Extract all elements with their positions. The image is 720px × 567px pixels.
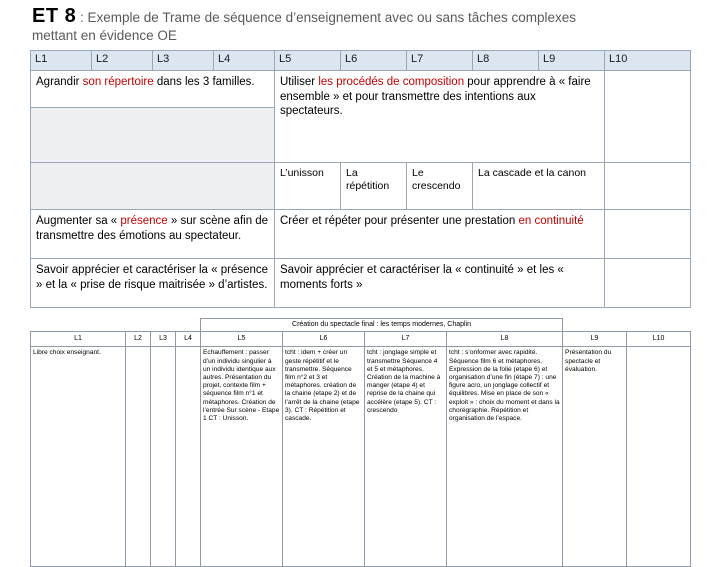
banner-spacer-l3 [151,319,176,332]
plan-header-l8: L8 [445,331,564,348]
row3-left-red: présence [120,215,168,227]
plan-header-l4: L4 [175,331,201,348]
row2-repetition: La répétition [340,162,407,210]
row3-left-pre: Augmenter sa « [36,215,121,227]
header-l2: L2 [91,50,153,71]
header-l6: L6 [340,50,407,71]
planning-table-wrap: Création du spectacle final : les temps … [30,317,692,567]
table-row: Agrandir son répertoire dans les 3 famil… [30,70,691,163]
plan-cell-l1: Libre choix enseignant. [30,346,126,567]
title-line-1: ET 8 : Exemple de Trame de séquence d’en… [32,5,710,27]
plan-cell-l7: tcht : jonglage simple et transmettre Sé… [364,346,447,567]
row3-l10-cell [604,209,691,259]
row2-left-spacer [30,162,275,210]
row1-left-cell: Agrandir son répertoire dans les 3 famil… [30,70,275,108]
row1-left-red: son répertoire [82,76,154,88]
document-page: ET 8 : Exemple de Trame de séquence d’en… [0,0,720,567]
plan-header-l10: L10 [626,331,692,348]
plan-header-l5: L5 [200,331,283,348]
plan-header-l3: L3 [150,331,176,348]
row3-right-red: en continuité [518,215,584,227]
planning-table: Création du spectacle final : les temps … [30,317,692,567]
plan-header-l1: L1 [30,331,126,348]
table-row: L’unisson La répétition Le crescendo La … [30,162,691,210]
row4-right-cell: Savoir apprécier et caractériser la « co… [274,258,605,308]
row2-l10-cell [604,162,691,210]
row1-right-red: les procédés de composition [318,76,465,88]
table-row: Augmenter sa « présence » sur scène afin… [30,209,691,259]
title-line-2: mettant en évidence OE [32,28,177,43]
row3-left-cell: Augmenter sa « présence » sur scène afin… [30,209,275,259]
table-header-row: L1 L2 L3 L4 L5 L6 L7 L8 L9 L10 [30,50,691,71]
plan-cell-l3 [150,346,176,567]
header-l10: L10 [604,50,691,71]
header-l3: L3 [152,50,214,71]
banner-spacer-l9 [563,319,627,332]
row1-left-pre: Agrandir [36,76,83,88]
row3-right-cell: Créer et répéter pour présenter une pres… [274,209,605,259]
plan-header-l7: L7 [364,331,447,348]
row2-cascade-canon: La cascade et la canon [472,162,605,210]
row2-crescendo: Le crescendo [406,162,473,210]
banner-spacer-l2 [126,319,151,332]
row2-unisson: L’unisson [274,162,341,210]
header-l8: L8 [472,50,539,71]
header-l5: L5 [274,50,341,71]
header-l9: L9 [538,50,605,71]
plan-header-l9: L9 [562,331,628,348]
title-rest: Exemple de Trame de séquence d’enseignem… [87,10,577,25]
plan-cell-l10 [626,346,692,567]
plan-cell-l9: Présentation du spectacle et évaluation. [562,346,628,567]
objectives-table: L1 L2 L3 L4 L5 L6 L7 L8 L9 L10 Agrandir … [30,50,691,308]
banner-spacer-l10 [627,319,691,332]
header-l7: L7 [406,50,473,71]
planning-banner: Création du spectacle final : les temps … [199,317,564,333]
header-l1: L1 [30,50,92,71]
row4-l10-cell [604,258,691,308]
row1-right-cell: Utiliser les procédés de composition pou… [274,70,605,163]
row1-l10-cell [604,70,691,163]
plan-header-l6: L6 [282,331,365,348]
plan-cell-l2 [125,346,151,567]
planning-banner-row: Création du spectacle final : les temps … [31,317,691,333]
plan-cell-l5: Echauffement : passer d’un individu sing… [200,346,283,567]
row1-right-pre: Utiliser [280,76,319,88]
row1-left-spacer [30,107,275,163]
page-title: ET 8 : Exemple de Trame de séquence d’en… [0,0,720,28]
banner-spacer-l4 [176,319,201,332]
table-row: Savoir apprécier et caractériser la « pr… [30,258,691,308]
plan-cell-l8: tcht : s’onformer avec rapidité. Séquenc… [445,346,564,567]
plan-cell-l4 [175,346,201,567]
planning-body-row: Libre choix enseignant. Echauffement : p… [30,346,692,567]
planning-header-row: L1 L2 L3 L4 L5 L6 L7 L8 L9 L10 [30,331,692,348]
title-colon: : [76,10,88,25]
row4-left-cell: Savoir apprécier et caractériser la « pr… [30,258,275,308]
row3-right-pre: Créer et répéter pour présenter une pres… [280,215,519,227]
plan-header-l2: L2 [125,331,151,348]
banner-spacer-left [31,319,126,332]
plan-cell-l6: tcht : idem + créer un geste répétitif e… [282,346,365,567]
row1-left-post: dans les 3 familles. [153,76,255,88]
title-code: ET 8 [32,5,77,27]
header-l4: L4 [213,50,275,71]
